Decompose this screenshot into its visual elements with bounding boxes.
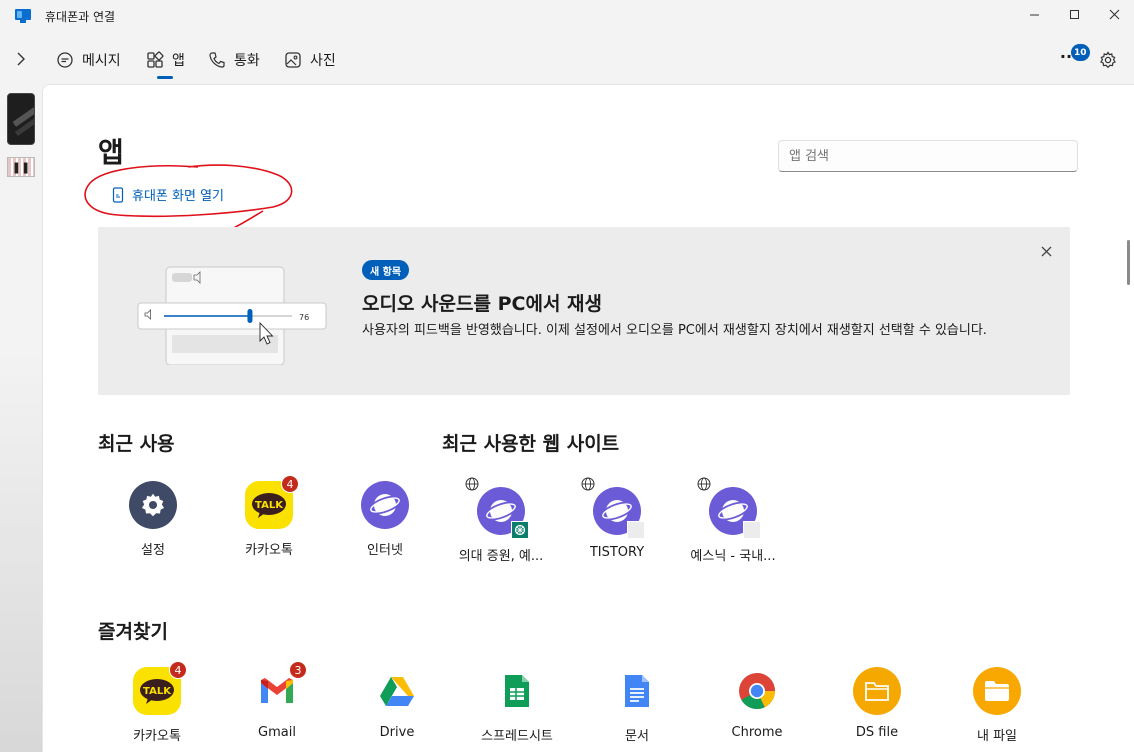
apps-icon [147, 51, 164, 68]
banner-close-button[interactable] [1036, 241, 1056, 261]
gear-icon[interactable] [1099, 51, 1117, 69]
device-thumbnail[interactable] [7, 93, 35, 145]
globe-icon [465, 477, 479, 491]
site-favicon [627, 521, 645, 539]
fav-tile-ds-file[interactable]: DS file [822, 659, 932, 752]
globe-icon [581, 477, 595, 491]
open-phone-screen-link[interactable]: 휴대폰 화면 열기 [112, 185, 224, 204]
app-label: Chrome [731, 725, 783, 740]
site-favicon [511, 521, 529, 539]
site-tile-3[interactable]: 예스닉 - 국내... [678, 477, 788, 579]
app-label: 인터넷 [367, 543, 403, 558]
fav-tile-docs[interactable]: 문서 [582, 659, 692, 752]
paused-device-thumbnail[interactable]: ❚❚ [7, 157, 35, 177]
fav-tile-sheets[interactable]: 스프레드시트 [462, 659, 572, 752]
site-label: TISTORY [589, 545, 645, 560]
volume-value: 76 [299, 313, 309, 322]
site-label: 예스닉 - 국내... [690, 549, 776, 564]
tab-messages[interactable]: 메시지 [56, 48, 121, 72]
notification-count-badge: 4 [281, 475, 299, 493]
close-window-button[interactable] [1094, 0, 1134, 28]
favorites-section-title: 즐겨찾기 [98, 621, 168, 643]
tab-photos[interactable]: 사진 [284, 48, 336, 72]
phone-link-app-icon [15, 9, 31, 23]
app-label: Gmail [258, 725, 296, 740]
main-content: 앱 휴대폰 화면 열기 76 새 항목 오디오 사운드를 PC에서 재생 사용자… [42, 84, 1134, 752]
fav-tile-drive[interactable]: Drive [342, 659, 452, 752]
app-tile-kakaotalk[interactable]: TALK 4 카카오톡 [214, 473, 324, 573]
tab-label: 메시지 [82, 53, 121, 69]
tab-label: 사진 [310, 53, 336, 69]
expand-sidebar-button[interactable] [10, 48, 32, 70]
fav-tile-chrome[interactable]: Chrome [702, 659, 812, 752]
banner-title: 오디오 사운드를 PC에서 재생 [362, 293, 602, 315]
google-sheets-icon [493, 667, 541, 715]
volume-slider-thumb [247, 309, 253, 323]
phone-icon [209, 52, 225, 68]
app-label: Drive [379, 725, 415, 740]
new-badge: 새 항목 [362, 260, 410, 280]
app-label: 카카오톡 [133, 729, 181, 744]
close-icon [1109, 9, 1119, 19]
minimize-icon [1029, 14, 1039, 15]
nav-bar: 메시지 앱 통화 사진 [0, 40, 1134, 82]
notification-count-badge: 4 [169, 661, 187, 679]
fav-tile-my-files[interactable]: 내 파일 [942, 659, 1052, 752]
phone-screen-icon [112, 186, 124, 203]
photo-icon [285, 52, 301, 68]
pause-icon: ❚❚ [11, 160, 31, 174]
chevron-right-icon [17, 52, 25, 66]
fav-tile-gmail[interactable]: 3 Gmail [222, 659, 332, 752]
app-label: 설정 [141, 543, 165, 558]
notification-badge: 10 [1071, 44, 1090, 61]
window-title: 휴대폰과 연결 [45, 10, 116, 24]
scrollbar-thumb[interactable] [1127, 240, 1130, 285]
google-docs-icon [613, 667, 661, 715]
site-tile-2[interactable]: TISTORY [562, 477, 672, 579]
fav-tile-kakaotalk[interactable]: TALK 4 카카오톡 [102, 659, 212, 752]
google-drive-icon [373, 667, 421, 715]
settings-app-icon [129, 481, 177, 529]
app-label: 문서 [625, 729, 649, 744]
tab-label: 통화 [234, 53, 260, 69]
search-input[interactable] [778, 140, 1078, 172]
banner-description: 사용자의 피드백을 반영했습니다. 이제 설정에서 오디오를 PC에서 재생할지… [362, 323, 987, 338]
title-bar: 휴대폰과 연결 [0, 0, 1134, 32]
app-label: 내 파일 [976, 729, 1017, 744]
globe-icon [697, 477, 711, 491]
device-rail [0, 84, 42, 752]
app-label: DS file [855, 725, 899, 740]
site-favicon [743, 521, 761, 539]
tab-label: 앱 [172, 53, 185, 69]
tab-calls[interactable]: 통화 [208, 48, 260, 72]
app-label: 카카오톡 [245, 543, 293, 558]
maximize-icon [1069, 9, 1079, 19]
samsung-internet-icon [361, 481, 409, 529]
maximize-button[interactable] [1054, 0, 1094, 28]
site-label: 의대 증원, 예... [458, 549, 544, 564]
svg-text:TALK: TALK [143, 686, 172, 697]
recent-section-title: 최근 사용 [98, 433, 175, 455]
recent-sites-section-title: 최근 사용한 웹 사이트 [442, 433, 620, 455]
ds-file-icon [853, 667, 901, 715]
app-label: 스프레드시트 [481, 729, 553, 744]
selected-tab-indicator [157, 76, 173, 79]
svg-text:TALK: TALK [255, 500, 284, 511]
close-icon [1041, 246, 1051, 256]
minimize-button[interactable] [1014, 0, 1054, 28]
my-files-icon [973, 667, 1021, 715]
site-tile-1[interactable]: 의대 증원, 예... [446, 477, 556, 579]
page-title: 앱 [98, 136, 124, 169]
notification-count-badge: 3 [289, 661, 307, 679]
feature-banner: 76 새 항목 오디오 사운드를 PC에서 재생 사용자의 피드백을 반영했습니… [98, 227, 1070, 395]
chrome-icon [733, 667, 781, 715]
app-tile-settings[interactable]: 설정 [98, 473, 208, 573]
tab-apps[interactable]: 앱 [146, 48, 185, 72]
audio-illustration: 76 [137, 266, 327, 365]
message-icon [57, 52, 73, 68]
open-phone-screen-label: 휴대폰 화면 열기 [132, 189, 224, 204]
app-tile-internet[interactable]: 인터넷 [330, 473, 440, 573]
